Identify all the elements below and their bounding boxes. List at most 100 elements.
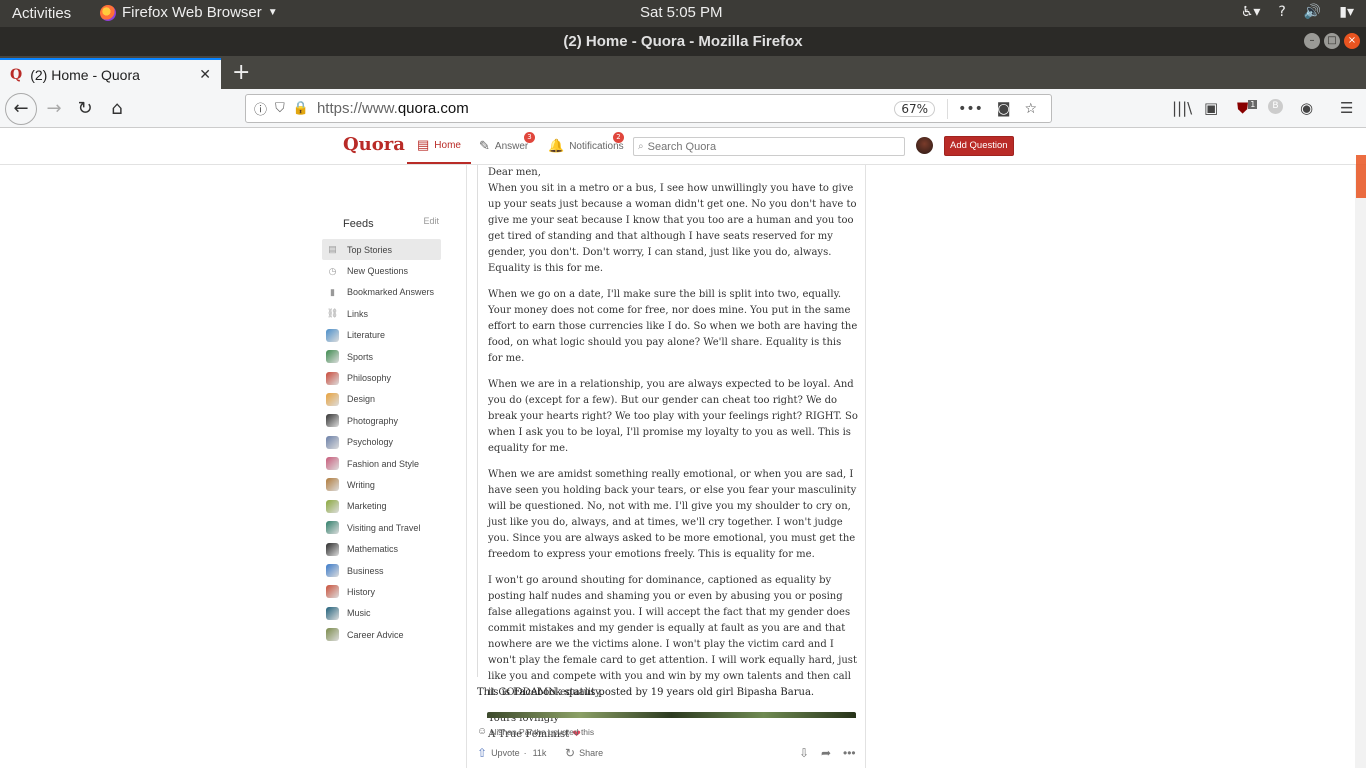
close-window-button[interactable]: × [1344,33,1360,49]
url-bar[interactable]: ⓘ ⛉ 🔒 https://www.quora.com 67% ••• ◙ ☆ [245,94,1052,123]
system-tray[interactable]: ♿▾ ? 🔊 ▮▾ [1241,4,1354,20]
minimize-button[interactable]: – [1304,33,1320,49]
answer-badge: 3 [524,132,535,143]
maximize-button[interactable]: □ [1324,33,1340,49]
topic-image-icon [326,371,339,385]
app-menu[interactable]: Firefox Web Browser ▼ [100,4,278,21]
sidebar-item[interactable]: ◷ New Questions [322,260,441,281]
extension-b-icon[interactable]: B [1268,99,1283,114]
sidebar-item-label: Bookmarked Answers [347,287,435,298]
downvote-icon: ⇩ [799,746,810,760]
reshare-icon: ➦ [821,746,832,760]
sidebar-item[interactable]: History [322,581,441,602]
zoom-indicator[interactable]: 67% [894,100,936,117]
topic-image-icon [326,392,339,406]
search-box[interactable]: ⌕ [633,137,905,156]
new-tab-button[interactable]: + [232,60,250,85]
close-tab-icon[interactable]: ✕ [199,67,211,83]
sidebar-item[interactable]: Philosophy [322,367,441,388]
sidebar-item[interactable]: Writing [322,474,441,495]
quora-header: Quora ▤ Home ✎ Answer 3 🔔 Notifications … [0,128,1366,165]
clock[interactable]: Sat 5:05 PM [640,4,723,21]
sidebar-item-label: Fashion and Style [347,458,420,469]
sidebar-item[interactable]: Design [322,389,441,410]
downvote-button[interactable]: ⇩ [799,746,809,760]
feeds-list: ▤ Top Stories ◷ New Questions ▮ Bookmarked An… [322,239,441,645]
activities-button[interactable]: Activities [12,5,71,22]
sidebar-item[interactable]: Career Advice [322,624,441,645]
answer-paragraph: I won't go around shouting for dominance… [488,575,857,698]
forward-button[interactable]: → [40,95,68,123]
sidebar-item[interactable]: ▤ Top Stories [322,239,441,261]
menu-icon[interactable]: ☰ [1340,99,1353,117]
sidebar-item[interactable]: Sports [322,346,441,367]
page-actions-icon[interactable]: ••• [958,101,983,117]
share-label: Share [579,748,604,758]
answer-paragraph: When we are in a relationship, you are a… [488,379,858,454]
pocket-icon[interactable]: ◙ [997,101,1011,117]
sidebar-item[interactable]: Fashion and Style [322,453,441,474]
sidebar-item[interactable]: Photography [322,410,441,431]
nav-home[interactable]: ▤ Home [407,128,471,164]
reload-button[interactable]: ↻ [71,95,99,123]
sidebar-icon[interactable]: ▣ [1204,99,1218,117]
feeds-edit-link[interactable]: Edit [423,216,439,226]
sidebar-item[interactable]: Music [322,603,441,624]
sidebar-item[interactable]: Mathematics [322,538,441,559]
help-icon[interactable]: ? [1278,4,1285,20]
topic-image-icon [326,435,339,449]
answer-image[interactable] [487,712,856,718]
sidebar-item-label: Links [347,308,369,319]
upvote-button[interactable]: ⇧ Upvote · 11k [477,746,546,760]
share-icon: ↻ [565,746,576,760]
tracking-protection-icon[interactable]: ⛉ [275,101,285,116]
upvoted-by-text[interactable]: Nishan Pantha upvoted this [490,727,594,737]
sidebar-item[interactable]: ⛓ Links [322,303,441,324]
sidebar-item[interactable]: Literature [322,325,441,346]
library-icon[interactable]: |||\ [1172,99,1192,117]
accessibility-icon[interactable]: ♿▾ [1241,4,1261,20]
sidebar-item-label: New Questions [347,266,409,277]
link-icon: ⛓ [326,308,339,319]
volume-icon[interactable]: 🔊 [1304,4,1321,20]
avatar[interactable] [916,137,933,154]
back-button[interactable]: ← [5,93,37,125]
battery-icon[interactable]: ▮▾ [1339,4,1354,20]
more-options-button[interactable]: ••• [843,746,856,760]
sidebar-item[interactable]: Visiting and Travel [322,517,441,538]
url-domain: quora.com [397,100,469,117]
tab-strip: Q (2) Home - Quora ✕ + [0,56,1366,89]
sidebar-item[interactable]: Business [322,560,441,581]
sidebar-item-label: Marketing [347,501,387,512]
home-button[interactable]: ⌂ [103,95,131,123]
share-button[interactable]: ↻ Share [565,746,603,760]
navigation-bar: ← → ↻ ⌂ ⓘ ⛉ 🔒 https://www.quora.com 67% … [0,89,1366,128]
search-input[interactable] [647,140,888,153]
quora-logo[interactable]: Quora [343,134,405,155]
ublock-icon[interactable]: ⛊ 1 [1237,99,1258,117]
reshare-button[interactable]: ➦ [821,746,831,760]
sidebar-item-label: Writing [347,479,375,490]
sidebar-item-label: Literature [347,330,386,341]
sidebar-item-label: Psychology [347,437,394,448]
scrollbar-thumb[interactable] [1356,155,1366,198]
secure-lock-icon[interactable]: 🔒 [293,101,309,116]
add-question-button[interactable]: Add Question [944,136,1014,156]
extension-globe-icon[interactable]: ◉ [1300,99,1313,117]
site-info-icon[interactable]: ⓘ [254,99,267,118]
upvote-icon: ⇧ [477,746,488,760]
scrollbar-track[interactable] [1355,165,1366,768]
topic-image-icon [326,499,339,513]
nav-notifications[interactable]: 🔔 Notifications [548,128,624,164]
bookmark-star-icon[interactable]: ☆ [1024,101,1037,117]
nav-home-label: Home [434,139,461,151]
tab-quora-home[interactable]: Q (2) Home - Quora ✕ [0,58,221,89]
notifications-badge: 2 [613,132,624,143]
action-bar: ⇧ Upvote · 11k ↻ Share ⇩ ➦ ••• [477,744,857,760]
sidebar-item[interactable]: ▮ Bookmarked Answers [322,282,441,303]
sidebar-item[interactable]: Psychology [322,432,441,453]
url-text[interactable]: https://www.quora.com [317,100,894,117]
nav-answer[interactable]: ✎ Answer [479,128,528,164]
clock-icon: ◷ [328,265,337,276]
sidebar-item[interactable]: Marketing [322,496,441,517]
